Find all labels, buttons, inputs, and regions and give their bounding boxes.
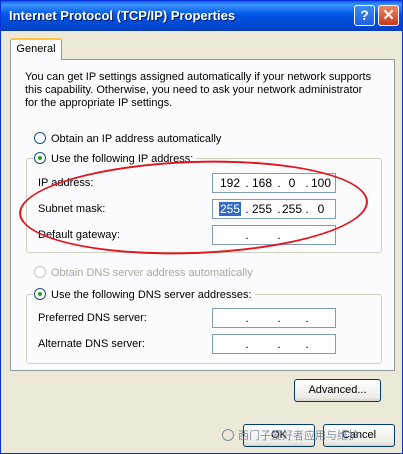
title-bar[interactable]: Internet Protocol (TCP/IP) Properties ? … <box>1 1 402 31</box>
default-gateway-label: Default gateway: <box>38 229 120 241</box>
wechat-icon <box>222 429 234 441</box>
alternate-dns-input[interactable]: . . . <box>212 334 336 354</box>
window-title: Internet Protocol (TCP/IP) Properties <box>9 8 236 23</box>
alternate-dns-label: Alternate DNS server: <box>38 338 145 350</box>
ip-address-label: IP address: <box>38 177 94 189</box>
watermark: 西门子爱好者应用与维护 <box>222 427 359 443</box>
ip-octet-1: 192 <box>219 176 241 190</box>
default-gateway-input[interactable]: . . . <box>212 225 336 245</box>
radio-indicator <box>34 266 46 278</box>
subnet-mask-label: Subnet mask: <box>38 203 106 215</box>
close-icon: ✕ <box>382 7 395 24</box>
properties-dialog: Internet Protocol (TCP/IP) Properties ? … <box>0 0 403 454</box>
use-following-dns-label: Use the following DNS server addresses: <box>51 289 252 301</box>
advanced-button[interactable]: Advanced... <box>294 379 381 402</box>
help-icon: ? <box>360 7 369 23</box>
tab-general[interactable]: General <box>10 38 62 60</box>
subnet-octet-3: 255 <box>281 202 303 216</box>
ip-octet-4: 100 <box>310 176 332 190</box>
preferred-dns-input[interactable]: . . . <box>212 308 336 328</box>
radio-indicator <box>34 288 46 300</box>
obtain-dns-auto-label: Obtain DNS server address automatically <box>51 267 253 279</box>
radio-indicator <box>34 152 46 164</box>
obtain-ip-auto-radio[interactable]: Obtain an IP address automatically <box>34 132 221 145</box>
subnet-octet-1: 255 <box>219 202 241 216</box>
close-button[interactable]: ✕ <box>378 5 399 26</box>
preferred-dns-label: Preferred DNS server: <box>38 312 147 324</box>
subnet-mask-input[interactable]: 255 . 255 . 255 . 0 <box>212 199 336 219</box>
subnet-octet-2: 255 <box>251 202 273 216</box>
ip-octet-2: 168 <box>251 176 273 190</box>
help-button[interactable]: ? <box>354 5 375 26</box>
ip-octet-3: 0 <box>288 176 296 190</box>
subnet-octet-4: 0 <box>317 202 325 216</box>
use-following-ip-radio[interactable]: Use the following IP address: <box>34 152 197 165</box>
obtain-dns-auto-radio[interactable]: Obtain DNS server address automatically <box>34 266 253 279</box>
ip-address-input[interactable]: 192 . 168 . 0 . 100 <box>212 173 336 193</box>
use-following-dns-radio[interactable]: Use the following DNS server addresses: <box>34 288 255 301</box>
watermark-text: 西门子爱好者应用与维护 <box>238 429 359 442</box>
radio-indicator <box>34 132 46 144</box>
obtain-ip-auto-label: Obtain an IP address automatically <box>51 133 222 145</box>
intro-text: You can get IP settings assigned automat… <box>25 71 372 109</box>
use-following-ip-label: Use the following IP address: <box>51 153 194 165</box>
